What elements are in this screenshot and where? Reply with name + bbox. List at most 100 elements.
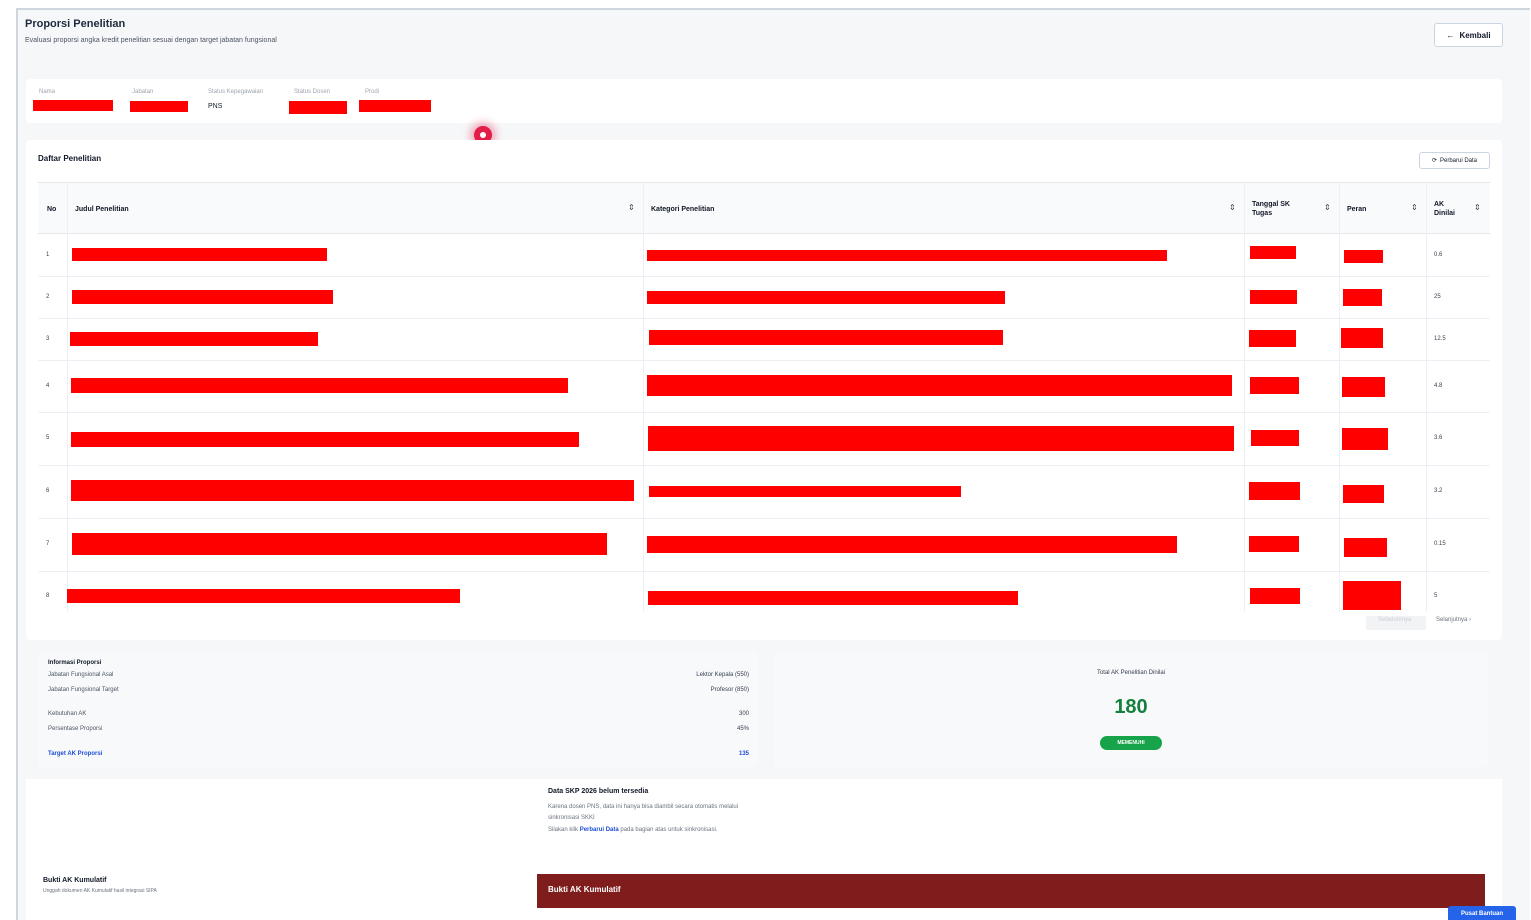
redacted-tanggal: [1249, 330, 1296, 347]
skp-panel: [26, 779, 1502, 869]
research-list-title: Daftar Penelitian: [38, 154, 102, 163]
redacted-tanggal: [1250, 246, 1296, 259]
row-number: 1: [46, 252, 50, 258]
info-label: Kebutuhan AK: [48, 711, 87, 717]
redacted-peran: [1342, 428, 1388, 450]
column-header-kategori[interactable]: Kategori Penelitian: [651, 205, 714, 214]
refresh-icon: ⟳: [1431, 158, 1437, 164]
redacted-judul: [71, 378, 568, 393]
redacted-judul: [67, 589, 460, 603]
redacted-peran: [1343, 581, 1401, 610]
row-divider: [38, 318, 1490, 319]
profile-label-prodi: Prodi: [365, 89, 380, 95]
redacted-judul: [72, 533, 607, 555]
ak-value: 0.6: [1434, 252, 1443, 258]
redacted-kategori: [649, 330, 1003, 345]
column-header-ak-dinilai[interactable]: AK Dinilai: [1434, 200, 1464, 218]
redacted-peran: [1343, 485, 1384, 503]
skp-instruction-pre: Silakan klik: [548, 827, 579, 833]
ak-value: 25: [1434, 294, 1441, 300]
redacted-peran: [1344, 250, 1383, 263]
target-ak-label: Target AK Proporsi: [48, 751, 103, 757]
bukti-title: Bukti AK Kumulatif: [43, 877, 107, 884]
back-button-label: Kembali: [1459, 30, 1491, 40]
ak-value: 3.6: [1434, 435, 1443, 441]
redacted-judul: [71, 480, 634, 501]
pager-next-label: Selanjutnya: [1436, 617, 1468, 623]
refresh-data-button[interactable]: ⟳ Perbarui Data: [1419, 152, 1490, 169]
row-divider: [38, 360, 1490, 361]
row-divider: [38, 412, 1490, 413]
pager-next-button[interactable]: Selanjutnya ›: [1436, 617, 1471, 623]
column-header-no: No: [47, 206, 57, 213]
redacted-judul: [71, 432, 579, 447]
column-header-tanggal-sk[interactable]: Tanggal SK Tugas: [1252, 200, 1304, 218]
redacted-tanggal: [1251, 430, 1299, 446]
column-header-judul[interactable]: Judul Penelitian: [75, 205, 129, 214]
info-label: Jabatan Fungsional Asal: [48, 672, 114, 678]
sort-icon[interactable]: ⇕: [1229, 203, 1236, 212]
target-ak-value: 135: [738, 751, 749, 757]
skp-message: Karena dosen PNS, data ini hanya bisa di…: [548, 804, 739, 810]
row-number: 2: [46, 294, 50, 300]
redacted-peran: [1343, 289, 1382, 306]
column-divider: [1244, 182, 1245, 612]
column-divider: [643, 182, 644, 612]
profile-summary: [26, 79, 1502, 123]
redacted-kategori: [648, 591, 1018, 605]
help-center-button[interactable]: Pusat Bantuan: [1448, 906, 1516, 920]
ak-value: 4.8: [1434, 383, 1443, 389]
column-header-peran[interactable]: Peran: [1347, 205, 1366, 214]
skp-instruction-post: pada bagian atas untuk sinkronisasi.: [620, 827, 718, 833]
status-badge: MEMENUHI: [1100, 736, 1162, 750]
redacted-kategori: [647, 536, 1177, 553]
sort-icon[interactable]: ⇕: [628, 203, 635, 212]
column-divider: [1339, 182, 1340, 612]
redacted-peran: [1342, 377, 1385, 397]
bukti-header-bar: Bukti AK Kumulatif: [537, 874, 1485, 908]
row-number: 3: [46, 336, 50, 342]
redacted-judul: [70, 332, 318, 346]
redacted-tanggal: [1249, 482, 1300, 500]
info-label: Jabatan Fungsional Target: [48, 687, 119, 693]
perbarui-data-link[interactable]: Perbarui Data: [580, 827, 619, 833]
row-number: 4: [46, 383, 50, 389]
profile-value-status-kepegawaian: PNS: [208, 103, 223, 110]
redacted-tanggal: [1249, 536, 1299, 552]
row-number: 7: [46, 541, 50, 547]
redacted-tanggal: [1250, 588, 1300, 604]
total-ak-value: 180: [1114, 696, 1148, 718]
page-title: Proporsi Penelitian: [25, 18, 126, 30]
back-button[interactable]: ← Kembali: [1434, 23, 1503, 47]
info-label: Persentase Proporsi: [48, 726, 103, 732]
sort-icon[interactable]: ⇕: [1324, 203, 1331, 212]
pager-prev-label: Sebelumnya: [1378, 617, 1412, 623]
ak-value: 5: [1434, 593, 1438, 599]
redacted-kategori: [647, 291, 1005, 304]
redacted-judul: [72, 248, 327, 261]
profile-label-jabatan: Jabatan: [132, 89, 154, 95]
skp-instruction: Silakan klik Perbarui Data pada bagian a…: [548, 827, 717, 833]
proportion-info-panel: [38, 652, 758, 767]
refresh-data-label: Perbarui Data: [1440, 157, 1478, 164]
redacted-name: [33, 100, 113, 111]
bukti-subtitle: Unggah dokumen AK Kumulatif hasil integr…: [43, 888, 157, 894]
profile-label-name: Nama: [39, 89, 56, 95]
info-value: Lektor Kepala (550): [696, 672, 749, 678]
sort-icon[interactable]: ⇕: [1474, 203, 1481, 212]
redacted-tanggal: [1250, 290, 1297, 304]
redacted-jabatan: [130, 101, 188, 112]
info-value: Profesor (850): [710, 687, 749, 693]
redacted-kategori: [649, 486, 961, 497]
column-divider: [67, 182, 68, 612]
profile-label-status-dosen: Status Dosen: [294, 89, 331, 95]
info-value: 45%: [736, 726, 749, 732]
info-value: 300: [738, 711, 749, 717]
skp-title: Data SKP 2026 belum tersedia: [548, 788, 649, 795]
redacted-peran: [1344, 538, 1387, 557]
page-subtitle: Evaluasi proporsi angka kredit penelitia…: [25, 37, 277, 44]
redacted-status-dosen: [289, 101, 347, 114]
redacted-kategori: [647, 250, 1167, 261]
sort-icon[interactable]: ⇕: [1411, 203, 1418, 212]
column-divider: [1426, 182, 1427, 612]
